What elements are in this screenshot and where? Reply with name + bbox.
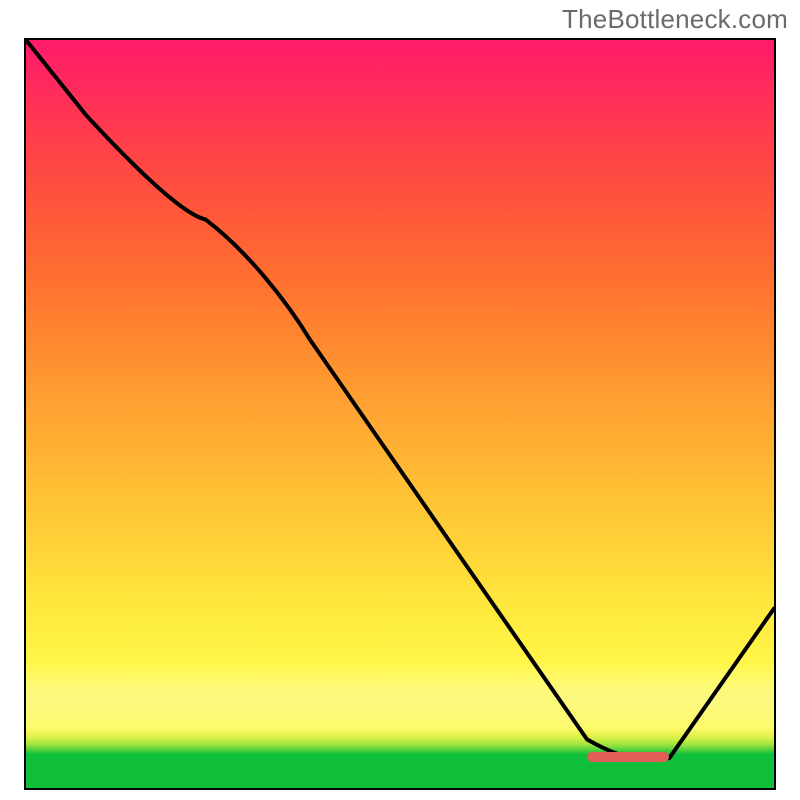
bottleneck-curve	[26, 40, 774, 788]
watermark-text: TheBottleneck.com	[562, 4, 788, 35]
chart-stage: TheBottleneck.com	[0, 0, 800, 800]
valley-marker	[587, 752, 669, 762]
plot-frame	[24, 38, 776, 790]
